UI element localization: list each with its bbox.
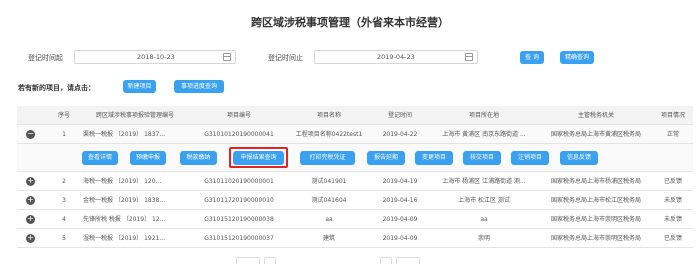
row-project-no: G31011020190000001 [204, 178, 274, 185]
cancel-project-button[interactable]: 注销项目 [511, 151, 549, 165]
pager-page[interactable] [264, 257, 276, 264]
row-status: 已反馈 [663, 178, 682, 185]
row-project-no: G31015120190000038 [204, 216, 274, 223]
declaration-result-query-button[interactable]: 申报结果查询 [233, 151, 284, 165]
row-project-name: 建筑 [322, 235, 335, 242]
row-location: 崇明 [477, 235, 490, 242]
row-project-no: G31011720190000010 [204, 197, 274, 204]
prepay-declaration-button[interactable]: 预缴申报 [130, 151, 166, 165]
row-index: 5 [62, 235, 66, 242]
pager-page[interactable] [380, 257, 392, 264]
row-status: 未反馈 [663, 216, 682, 223]
end-date-label: 登记时间止 [268, 54, 303, 62]
precise-query-button[interactable]: 精确查询 [560, 51, 594, 64]
header-status: 项目情况 [660, 112, 685, 119]
view-details-button[interactable]: 查看详情 [82, 151, 118, 165]
row-status: 未反馈 [663, 197, 682, 204]
minus-circle-icon[interactable]: − [26, 130, 35, 139]
tax-payment-button[interactable]: 税款缴纳 [180, 151, 217, 165]
table-row[interactable]: + 2 海税一税报 〔2019〕 120... G310110201900000… [17, 172, 693, 191]
row-index: 2 [62, 178, 66, 185]
row-project-no: G31010120190000041 [204, 131, 274, 138]
new-project-hint: 若有新的项目，请点击： [18, 84, 95, 92]
row-location: 上海市 松江区 测试 [458, 197, 510, 204]
row-authority: 国家税务总局上海市松江区税务局 [550, 197, 641, 204]
pager-next[interactable] [396, 257, 420, 264]
row-authority: 国家税务总局上海市崇明区税务局 [550, 216, 641, 223]
row-date: 2019-04-16 [382, 197, 418, 204]
row-manage-no: 渠税一税报 〔2019〕 1837... [83, 131, 166, 138]
row-authority: 国家税务总局上海市崇明区税务局 [550, 235, 641, 242]
row-location: aa [480, 216, 488, 223]
table-row[interactable]: + 3 金税一税报 〔2019〕 1838... G31011720190000… [17, 191, 693, 210]
row-location: 上海市 杨浦区 江浦路街道 测... [442, 178, 526, 185]
header-authority: 主管税务机关 [577, 112, 614, 119]
row-manage-no: 金税一税报 〔2019〕 1838... [83, 197, 166, 204]
calendar-icon[interactable] [223, 53, 231, 61]
end-date-value: 2019-04-23 [377, 53, 415, 61]
row-actions-bar: 查看详情 预缴申报 税款缴纳 申报结果查询 打印完税凭证 报告延期 变更项目 核… [17, 144, 693, 172]
table-row[interactable]: − 1 渠税一税报 〔2019〕 1837... G31010120190000… [17, 125, 693, 144]
row-project-name: 测试041604 [311, 197, 347, 204]
start-date-label: 登记时间起 [28, 54, 63, 62]
header-toggle [17, 106, 53, 125]
row-date: 2019-04-09 [382, 235, 418, 242]
plus-circle-icon[interactable]: + [26, 215, 35, 224]
header-project-no: 项目编号 [226, 112, 251, 119]
change-project-button[interactable]: 变更项目 [415, 151, 453, 165]
row-project-name: aa [325, 216, 333, 223]
row-index: 3 [62, 197, 66, 204]
new-project-button[interactable]: 新建项目 [123, 80, 156, 93]
end-date-input[interactable]: 2019-04-23 [314, 50, 478, 64]
plus-circle-icon[interactable]: + [26, 177, 35, 186]
info-feedback-button[interactable]: 信息反馈 [560, 151, 598, 165]
calendar-icon[interactable] [465, 53, 473, 61]
row-date: 2019-04-19 [382, 178, 418, 185]
row-date: 2019-04-22 [382, 131, 418, 138]
row-project-name: 工程项目名称0422test1 [295, 131, 363, 138]
row-manage-no: 先锋所税 税报 〔2019〕 12... [83, 216, 166, 223]
pager-prev[interactable] [236, 257, 260, 264]
row-authority: 国家税务总局上海市黄浦区税务局 [550, 131, 641, 138]
header-date: 登记时间 [387, 112, 412, 119]
verify-project-button[interactable]: 核交项目 [463, 151, 501, 165]
row-location: 上海市 黄浦区 南京东路街道 ... [442, 131, 526, 138]
row-date: 2019-04-09 [382, 216, 418, 223]
print-tax-certificate-button[interactable]: 打印完税凭证 [300, 151, 355, 165]
table-row[interactable]: + 5 湿税一税报 〔2019〕 1921... G31015120190000… [17, 229, 693, 248]
row-status: 正常 [666, 131, 679, 138]
header-index: 序号 [57, 112, 70, 119]
table-header: 序号 跨区域涉税事项报验管理编号 项目编号 项目名称 登记时间 项目所在地 主管… [17, 106, 693, 125]
row-index: 1 [62, 131, 66, 138]
start-date-value: 2018-10-23 [137, 53, 175, 61]
progress-query-button[interactable]: 事项进度查询 [174, 80, 224, 93]
table-row[interactable]: + 4 先锋所税 税报 〔2019〕 12... G31015120190000… [17, 210, 693, 229]
header-project-name: 项目名称 [316, 112, 341, 119]
header-manage-no: 跨区域涉税事项报验管理编号 [95, 112, 174, 119]
report-extension-button[interactable]: 报告延期 [367, 151, 405, 165]
row-manage-no: 海税一税报 〔2019〕 120... [83, 178, 162, 185]
row-status: 已反馈 [663, 235, 682, 242]
plus-circle-icon[interactable]: + [26, 234, 35, 243]
start-date-input[interactable]: 2018-10-23 [74, 50, 236, 64]
row-index: 4 [62, 216, 66, 223]
page-title: 跨区域涉税事项管理（外省来本市经营） [251, 16, 449, 29]
row-project-no: G31015120190000037 [204, 235, 274, 242]
row-manage-no: 湿税一税报 〔2019〕 1921... [83, 235, 166, 242]
header-location: 项目所在地 [468, 112, 499, 119]
row-authority: 国家税务总局上海市杨浦区税务局 [550, 178, 641, 185]
row-project-name: 测试041901 [311, 178, 347, 185]
plus-circle-icon[interactable]: + [26, 196, 35, 205]
query-button[interactable]: 查 询 [520, 51, 544, 64]
